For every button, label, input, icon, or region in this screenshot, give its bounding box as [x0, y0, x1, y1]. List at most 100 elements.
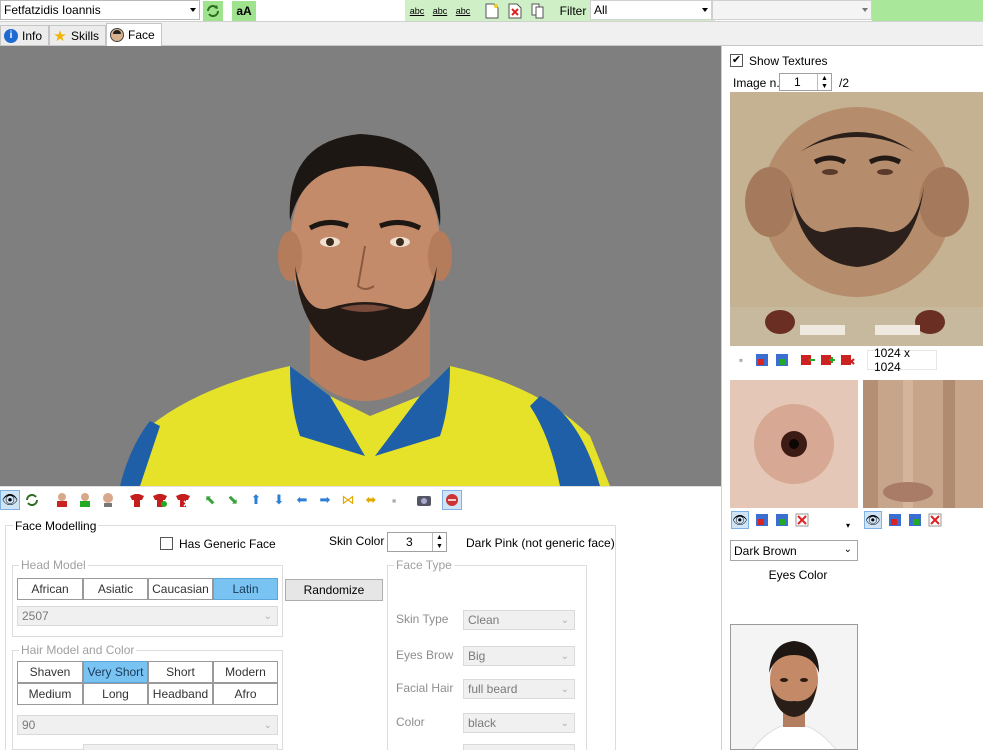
refresh-view-button[interactable] — [22, 490, 42, 510]
show-textures-checkbox[interactable]: ✔ — [730, 54, 743, 67]
filter-label: Filter — [559, 3, 587, 18]
texture-add-button[interactable] — [819, 351, 837, 369]
new-button[interactable] — [482, 1, 502, 21]
head-model-select[interactable]: 2507 ⌄ — [17, 606, 278, 626]
move-left-button[interactable]: ⬅ — [292, 490, 312, 510]
eye-texture-import-button[interactable] — [753, 511, 771, 529]
facial-hair-color-value: black — [468, 716, 497, 730]
head-model-caucasian[interactable]: Caucasian — [148, 578, 213, 600]
copy-button[interactable] — [528, 1, 548, 21]
extra-select[interactable] — [463, 744, 575, 750]
eye-texture-export-button[interactable] — [773, 511, 791, 529]
lips-toggle-button[interactable] — [442, 490, 462, 510]
spell-check-3-button[interactable]: abc — [453, 1, 473, 21]
hair-short[interactable]: Short — [148, 661, 213, 683]
eyes-brow-select[interactable]: Big ⌄ — [463, 646, 575, 666]
export-texture-button[interactable] — [773, 351, 791, 369]
hair-very-short[interactable]: Very Short — [83, 661, 148, 683]
skin-color-spinner[interactable]: 3 ▲ ▼ — [387, 532, 447, 552]
move-right-button[interactable]: ➡ — [315, 490, 335, 510]
texture-remove-button[interactable] — [799, 351, 817, 369]
abc-icon: abc — [432, 6, 448, 16]
image-n-label: Image n. — [733, 76, 780, 90]
spell-check-2-button[interactable]: abc — [430, 1, 450, 21]
spell-check-1-button[interactable]: abc — [407, 1, 427, 21]
hair-model-select[interactable]: 90 ⌄ — [17, 715, 278, 735]
eye-texture-view-button[interactable]: 👁 — [731, 511, 749, 529]
move-down-button[interactable]: ⬇ — [269, 490, 289, 510]
skin-texture-export-button[interactable] — [906, 511, 924, 529]
head-model-latin[interactable]: Latin — [213, 578, 278, 600]
spin-up-icon[interactable]: ▲ — [433, 533, 446, 542]
head-model-asiatic[interactable]: Asiatic — [83, 578, 148, 600]
has-generic-face-checkbox[interactable] — [160, 537, 173, 550]
move-up-button[interactable]: ⬆ — [246, 490, 266, 510]
checkmark-icon: ✔ — [731, 54, 742, 66]
hair-afro[interactable]: Afro — [213, 683, 278, 705]
head-model-value: 2507 — [22, 609, 49, 623]
abc-icon: abc — [455, 6, 471, 16]
zoom-in-button[interactable]: ⋈ — [338, 490, 358, 510]
spin-down-icon[interactable]: ▼ — [433, 542, 446, 551]
eyes-brow-label: Eyes Brow — [396, 648, 454, 662]
eye-texture-image — [730, 380, 858, 508]
spin-up-icon[interactable]: ▲ — [818, 74, 831, 82]
shirt-green-button[interactable] — [150, 490, 170, 510]
rotate-down-right-button[interactable]: ⬊ — [223, 490, 243, 510]
randomize-button[interactable]: Randomize — [285, 579, 383, 601]
zoom-out-button[interactable]: ⬌ — [361, 490, 381, 510]
facial-hair-color-select[interactable]: black ⌄ — [463, 713, 575, 733]
skin-texture-delete-button[interactable] — [926, 511, 944, 529]
secondary-select[interactable] — [712, 0, 872, 20]
image-n-spinner[interactable]: 1 ▲ ▼ — [779, 73, 832, 91]
arrow-up-icon: ⬆ — [250, 492, 262, 507]
player-face-render — [120, 134, 610, 486]
head-face-button[interactable] — [98, 490, 118, 510]
shirt-red-button[interactable] — [127, 490, 147, 510]
facial-hair-select[interactable]: full beard ⌄ — [463, 679, 575, 699]
skin-texture-view-button[interactable]: 👁 — [864, 511, 882, 529]
tab-info[interactable]: i Info — [0, 25, 50, 45]
eyes-color-label: Eyes Color — [768, 568, 828, 582]
spinner-buttons[interactable]: ▲ ▼ — [817, 74, 831, 90]
face-3d-viewport[interactable] — [0, 46, 721, 486]
hair-medium[interactable]: Medium — [17, 683, 83, 705]
image-n-value: 1 — [794, 75, 801, 89]
tab-face[interactable]: Face — [106, 23, 162, 46]
skin-texture-import-button[interactable] — [886, 511, 904, 529]
refresh-button[interactable] — [203, 1, 223, 21]
filter-select[interactable]: All — [590, 0, 712, 20]
hair-headband[interactable]: Headband — [148, 683, 213, 705]
head-remove-icon — [57, 493, 67, 507]
search-input-area[interactable] — [256, 0, 406, 21]
eye-icon: 👁 — [732, 513, 748, 527]
eye-texture-delete-button[interactable] — [793, 511, 811, 529]
skin-type-select[interactable]: Clean ⌄ — [463, 610, 575, 630]
head-green-button[interactable] — [75, 490, 95, 510]
case-toggle-button[interactable]: aA — [232, 1, 256, 21]
case-toggle-label: aA — [236, 4, 252, 18]
texture-delete-button[interactable] — [839, 351, 857, 369]
tab-skills[interactable]: ★ Skills — [49, 25, 107, 45]
player-select[interactable]: Fetfatzidis Ioannis — [0, 0, 200, 20]
import-texture-button[interactable] — [753, 351, 771, 369]
shirt-remove-button[interactable] — [173, 490, 193, 510]
head-model-african[interactable]: African — [17, 578, 83, 600]
save-view-button[interactable]: ▪ — [384, 490, 404, 510]
screenshot-button[interactable] — [414, 490, 434, 510]
head-red-button[interactable] — [52, 490, 72, 510]
save-texture-button[interactable]: ▪ — [732, 351, 750, 369]
rotate-up-left-button[interactable]: ⬉ — [200, 490, 220, 510]
eye-texture-menu-button[interactable]: ▾ — [846, 521, 850, 530]
hair-shaven[interactable]: Shaven — [17, 661, 83, 683]
info-icon: i — [4, 28, 18, 43]
eyes-color-select[interactable]: Dark Brown ⌄ — [730, 540, 858, 561]
top-toolbar: Fetfatzidis Ioannis aA abc abc abc Filte… — [0, 0, 983, 22]
hair-long[interactable]: Long — [83, 683, 148, 705]
spin-down-icon[interactable]: ▼ — [818, 82, 831, 90]
delete-button[interactable] — [505, 1, 525, 21]
spinner-buttons[interactable]: ▲ ▼ — [432, 533, 446, 551]
hair-color-select[interactable] — [83, 744, 278, 750]
view-toggle-button[interactable]: 👁 — [0, 490, 20, 510]
hair-modern[interactable]: Modern — [213, 661, 278, 683]
